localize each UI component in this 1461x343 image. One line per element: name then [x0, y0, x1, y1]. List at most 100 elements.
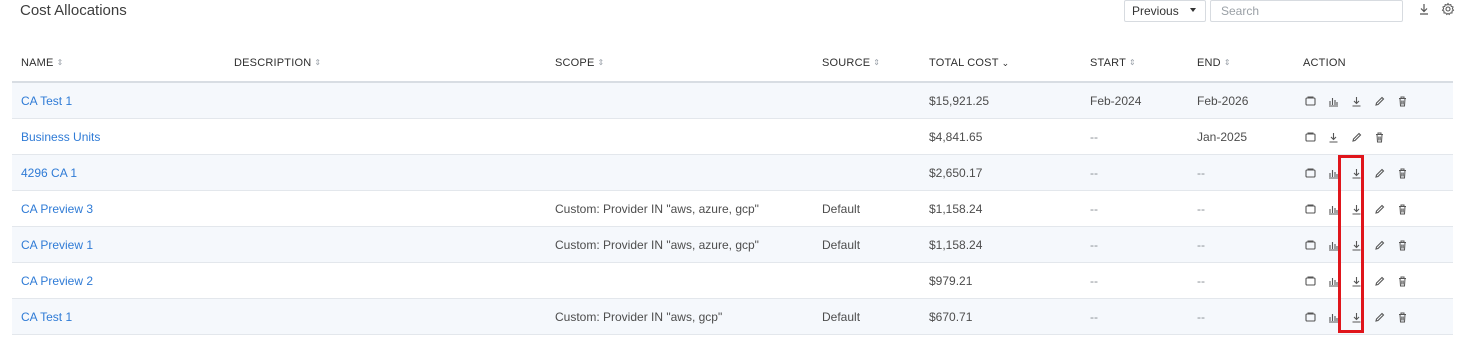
cell-source: Default [822, 310, 861, 324]
copy-icon[interactable] [1304, 95, 1317, 108]
cell-name[interactable]: CA Preview 1 [21, 238, 93, 252]
cell-end: Jan-2025 [1197, 130, 1248, 144]
edit-icon[interactable] [1373, 167, 1386, 180]
cell-start: Feb-2024 [1090, 94, 1142, 108]
cell-name[interactable]: CA Preview 3 [21, 202, 93, 216]
cell-name[interactable]: 4296 CA 1 [21, 166, 77, 180]
delete-icon[interactable] [1396, 239, 1409, 252]
cell-name[interactable]: CA Test 1 [21, 310, 72, 324]
table-body: CA Test 1 $15,921.25 Feb-2024 Feb-2026 Busin… [12, 83, 1453, 335]
column-header-scope[interactable]: SCOPE ⇕ [555, 57, 604, 69]
delete-icon[interactable] [1373, 131, 1386, 144]
download-icon[interactable] [1350, 275, 1363, 288]
cell-name[interactable]: CA Preview 2 [21, 274, 93, 288]
column-label: NAME [21, 57, 54, 69]
edit-icon[interactable] [1373, 95, 1386, 108]
chart-icon[interactable] [1327, 275, 1340, 288]
cell-total-cost: $670.71 [929, 310, 973, 324]
download-icon[interactable] [1350, 167, 1363, 180]
copy-icon[interactable] [1304, 311, 1317, 324]
cell-end: -- [1197, 238, 1205, 252]
column-label: TOTAL COST [929, 57, 999, 69]
table-row: CA Preview 1 Custom: Provider IN "aws, az… [12, 227, 1453, 263]
cell-source: Default [822, 238, 861, 252]
cell-start: -- [1090, 274, 1098, 288]
table-row: Business Units $4,841.65 -- Jan-2025 [12, 119, 1453, 155]
chart-icon[interactable] [1327, 167, 1340, 180]
edit-icon[interactable] [1350, 131, 1363, 144]
delete-icon[interactable] [1396, 311, 1409, 324]
column-header-action: ACTION [1303, 57, 1346, 69]
column-label: ACTION [1303, 57, 1346, 69]
delete-icon[interactable] [1396, 203, 1409, 216]
table-row: CA Test 1 Custom: Provider IN "aws, gcp" D… [12, 299, 1453, 335]
settings-icon[interactable] [1441, 2, 1455, 16]
download-icon[interactable] [1350, 311, 1363, 324]
column-label: END [1197, 57, 1221, 69]
cell-scope: Custom: Provider IN "aws, gcp" [555, 310, 723, 324]
chevron-down-icon [1190, 8, 1196, 12]
cell-start: -- [1090, 202, 1098, 216]
sort-icon: ⇕ [1223, 58, 1231, 67]
cell-total-cost: $2,650.17 [929, 166, 983, 180]
column-header-total-cost[interactable]: TOTAL COST ⌄ [929, 57, 1009, 69]
table-header: NAME ⇕ DESCRIPTION ⇕ SCOPE ⇕ SOURCE ⇕ TOTAL … [12, 45, 1453, 83]
column-header-end[interactable]: END ⇕ [1197, 57, 1231, 69]
delete-icon[interactable] [1396, 167, 1409, 180]
chart-icon[interactable] [1327, 239, 1340, 252]
download-icon[interactable] [1350, 95, 1363, 108]
chart-icon[interactable] [1327, 311, 1340, 324]
cell-start: -- [1090, 238, 1098, 252]
cell-end: -- [1197, 202, 1205, 216]
column-header-start[interactable]: START ⇕ [1090, 57, 1136, 69]
download-icon[interactable] [1350, 203, 1363, 216]
copy-icon[interactable] [1304, 131, 1317, 144]
copy-icon[interactable] [1304, 167, 1317, 180]
row-actions [1304, 201, 1419, 217]
chart-icon[interactable] [1327, 95, 1340, 108]
table-row: 4296 CA 1 $2,650.17 -- -- [12, 155, 1453, 191]
period-select[interactable]: Previous [1124, 0, 1206, 22]
edit-icon[interactable] [1373, 239, 1386, 252]
column-header-name[interactable]: NAME ⇕ [21, 57, 64, 69]
column-header-source[interactable]: SOURCE ⇕ [822, 57, 880, 69]
copy-icon[interactable] [1304, 203, 1317, 216]
row-actions [1304, 165, 1419, 181]
cell-start: -- [1090, 166, 1098, 180]
cell-scope: Custom: Provider IN "aws, azure, gcp" [555, 202, 759, 216]
copy-icon[interactable] [1304, 239, 1317, 252]
cell-start: -- [1090, 310, 1098, 324]
column-label: SOURCE [822, 57, 871, 69]
cell-total-cost: $979.21 [929, 274, 973, 288]
download-icon[interactable] [1350, 239, 1363, 252]
edit-icon[interactable] [1373, 311, 1386, 324]
row-actions [1304, 237, 1419, 253]
edit-icon[interactable] [1373, 275, 1386, 288]
copy-icon[interactable] [1304, 275, 1317, 288]
delete-icon[interactable] [1396, 275, 1409, 288]
column-label: DESCRIPTION [234, 57, 312, 69]
cell-end: Feb-2026 [1197, 94, 1249, 108]
edit-icon[interactable] [1373, 203, 1386, 216]
sort-icon: ⇕ [873, 58, 881, 67]
cell-start: -- [1090, 130, 1098, 144]
column-label: SCOPE [555, 57, 595, 69]
table-row: CA Preview 3 Custom: Provider IN "aws, az… [12, 191, 1453, 227]
chevron-down-icon: ⌄ [1001, 57, 1010, 68]
delete-icon[interactable] [1396, 95, 1409, 108]
row-actions [1304, 309, 1419, 325]
cell-name[interactable]: CA Test 1 [21, 94, 72, 108]
cell-end: -- [1197, 310, 1205, 324]
cell-end: -- [1197, 274, 1205, 288]
cell-name[interactable]: Business Units [21, 130, 100, 144]
search-input[interactable] [1210, 0, 1403, 22]
row-actions [1304, 273, 1419, 289]
download-icon[interactable] [1327, 131, 1340, 144]
row-actions [1304, 129, 1396, 145]
chart-icon[interactable] [1327, 203, 1340, 216]
column-header-description[interactable]: DESCRIPTION ⇕ [234, 57, 321, 69]
cell-total-cost: $1,158.24 [929, 202, 983, 216]
sort-icon: ⇕ [1129, 58, 1136, 67]
period-select-value: Previous [1132, 4, 1179, 18]
download-icon[interactable] [1417, 2, 1431, 16]
